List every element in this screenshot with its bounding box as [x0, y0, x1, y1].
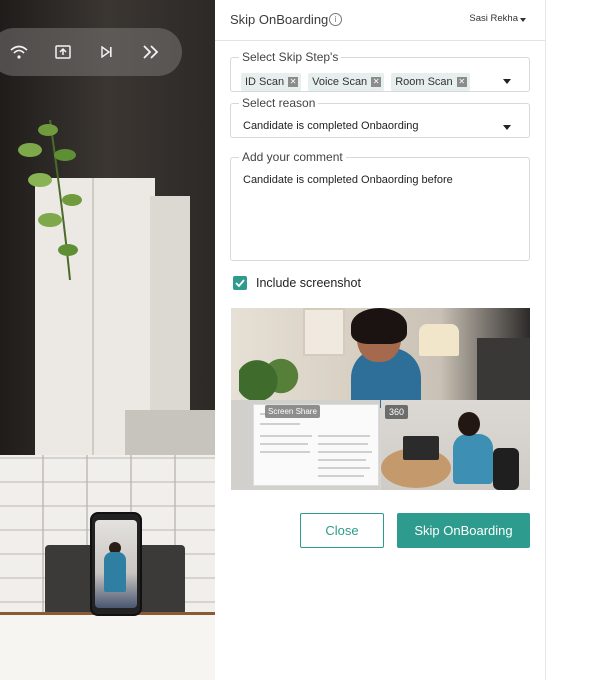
panel-header: Skip OnBoarding i Sasi Rekha — [215, 0, 546, 41]
doc-line — [318, 475, 364, 477]
include-screenshot-row[interactable]: Include screenshot — [233, 276, 361, 290]
comment-legend: Add your comment — [242, 150, 343, 164]
doc-line — [318, 467, 370, 469]
kitchen-background — [477, 338, 530, 400]
skip-steps-legend: Select Skip Step's — [242, 50, 339, 64]
wifi-icon[interactable] — [6, 39, 32, 65]
phone-preview — [90, 512, 142, 616]
checkmark-icon — [235, 279, 245, 287]
chair — [493, 448, 519, 490]
wall-art — [303, 308, 345, 356]
doc-line — [260, 435, 312, 437]
plant-image — [18, 119, 82, 280]
skip-onboarding-panel: Skip OnBoarding i Sasi Rekha Select Skip… — [215, 0, 546, 680]
media-toolbar — [0, 28, 182, 76]
phone-person — [104, 552, 126, 592]
camera-360-tag: 360 — [385, 405, 409, 419]
remove-chip-icon[interactable]: ✕ — [371, 77, 382, 87]
user-name: Sasi Rekha — [469, 13, 518, 24]
camera-feed-background — [0, 0, 215, 680]
include-screenshot-label: Include screenshot — [256, 276, 361, 290]
remove-chip-icon[interactable]: ✕ — [456, 77, 467, 87]
chip-label: Room Scan — [395, 76, 453, 88]
chip-id-scan: ID Scan ✕ — [241, 73, 302, 91]
doc-line — [260, 443, 308, 445]
skip-steps-chips: ID Scan ✕ Voice Scan ✕ Room Scan ✕ — [241, 73, 470, 91]
panel-title: Skip OnBoarding — [230, 12, 329, 27]
chip-label: ID Scan — [245, 76, 285, 88]
remove-chip-icon[interactable]: ✕ — [288, 77, 299, 87]
dropdown-arrow-icon[interactable] — [503, 79, 511, 84]
doc-line — [318, 443, 368, 445]
screen-share-tag: Screen Share — [265, 405, 320, 418]
counter-cabinet — [0, 615, 215, 680]
close-button[interactable]: Close — [300, 513, 384, 548]
laptop — [403, 436, 439, 460]
doc-line — [260, 451, 310, 453]
comment-value[interactable]: Candidate is completed Onbaording before — [243, 174, 453, 186]
plant — [239, 352, 299, 400]
skip-steps-select[interactable]: Select Skip Step's ID Scan ✕ Voice Scan … — [230, 50, 530, 92]
doc-line — [318, 451, 372, 453]
chevron-down-icon — [520, 18, 526, 22]
include-screenshot-checkbox[interactable] — [233, 276, 247, 290]
reason-legend: Select reason — [242, 96, 316, 110]
person-head — [458, 412, 480, 436]
doc-line — [318, 459, 366, 461]
skip-next-icon[interactable] — [94, 39, 120, 65]
lamp — [419, 324, 459, 356]
comment-textarea[interactable]: Add your comment Candidate is completed … — [230, 150, 530, 261]
skip-onboarding-button[interactable]: Skip OnBoarding — [397, 513, 530, 548]
person-body — [453, 434, 493, 484]
dropdown-arrow-icon[interactable] — [503, 125, 511, 130]
candidate-hair — [351, 308, 407, 344]
chip-voice-scan: Voice Scan ✕ — [308, 73, 385, 91]
fast-forward-icon[interactable] — [138, 39, 164, 65]
chip-room-scan: Room Scan ✕ — [391, 73, 470, 91]
kitchen-cabinet-side — [150, 196, 190, 416]
doc-line — [260, 423, 300, 425]
screen-share-icon[interactable] — [50, 39, 76, 65]
chip-label: Voice Scan — [312, 76, 368, 88]
info-icon[interactable]: i — [329, 13, 342, 26]
page-margin — [546, 0, 614, 680]
reason-value: Candidate is completed Onbaording — [243, 120, 419, 132]
doc-line — [318, 435, 370, 437]
reason-select[interactable]: Select reason Candidate is completed Onb… — [230, 96, 530, 138]
screenshot-preview: Screen Share 360 — [231, 308, 530, 490]
